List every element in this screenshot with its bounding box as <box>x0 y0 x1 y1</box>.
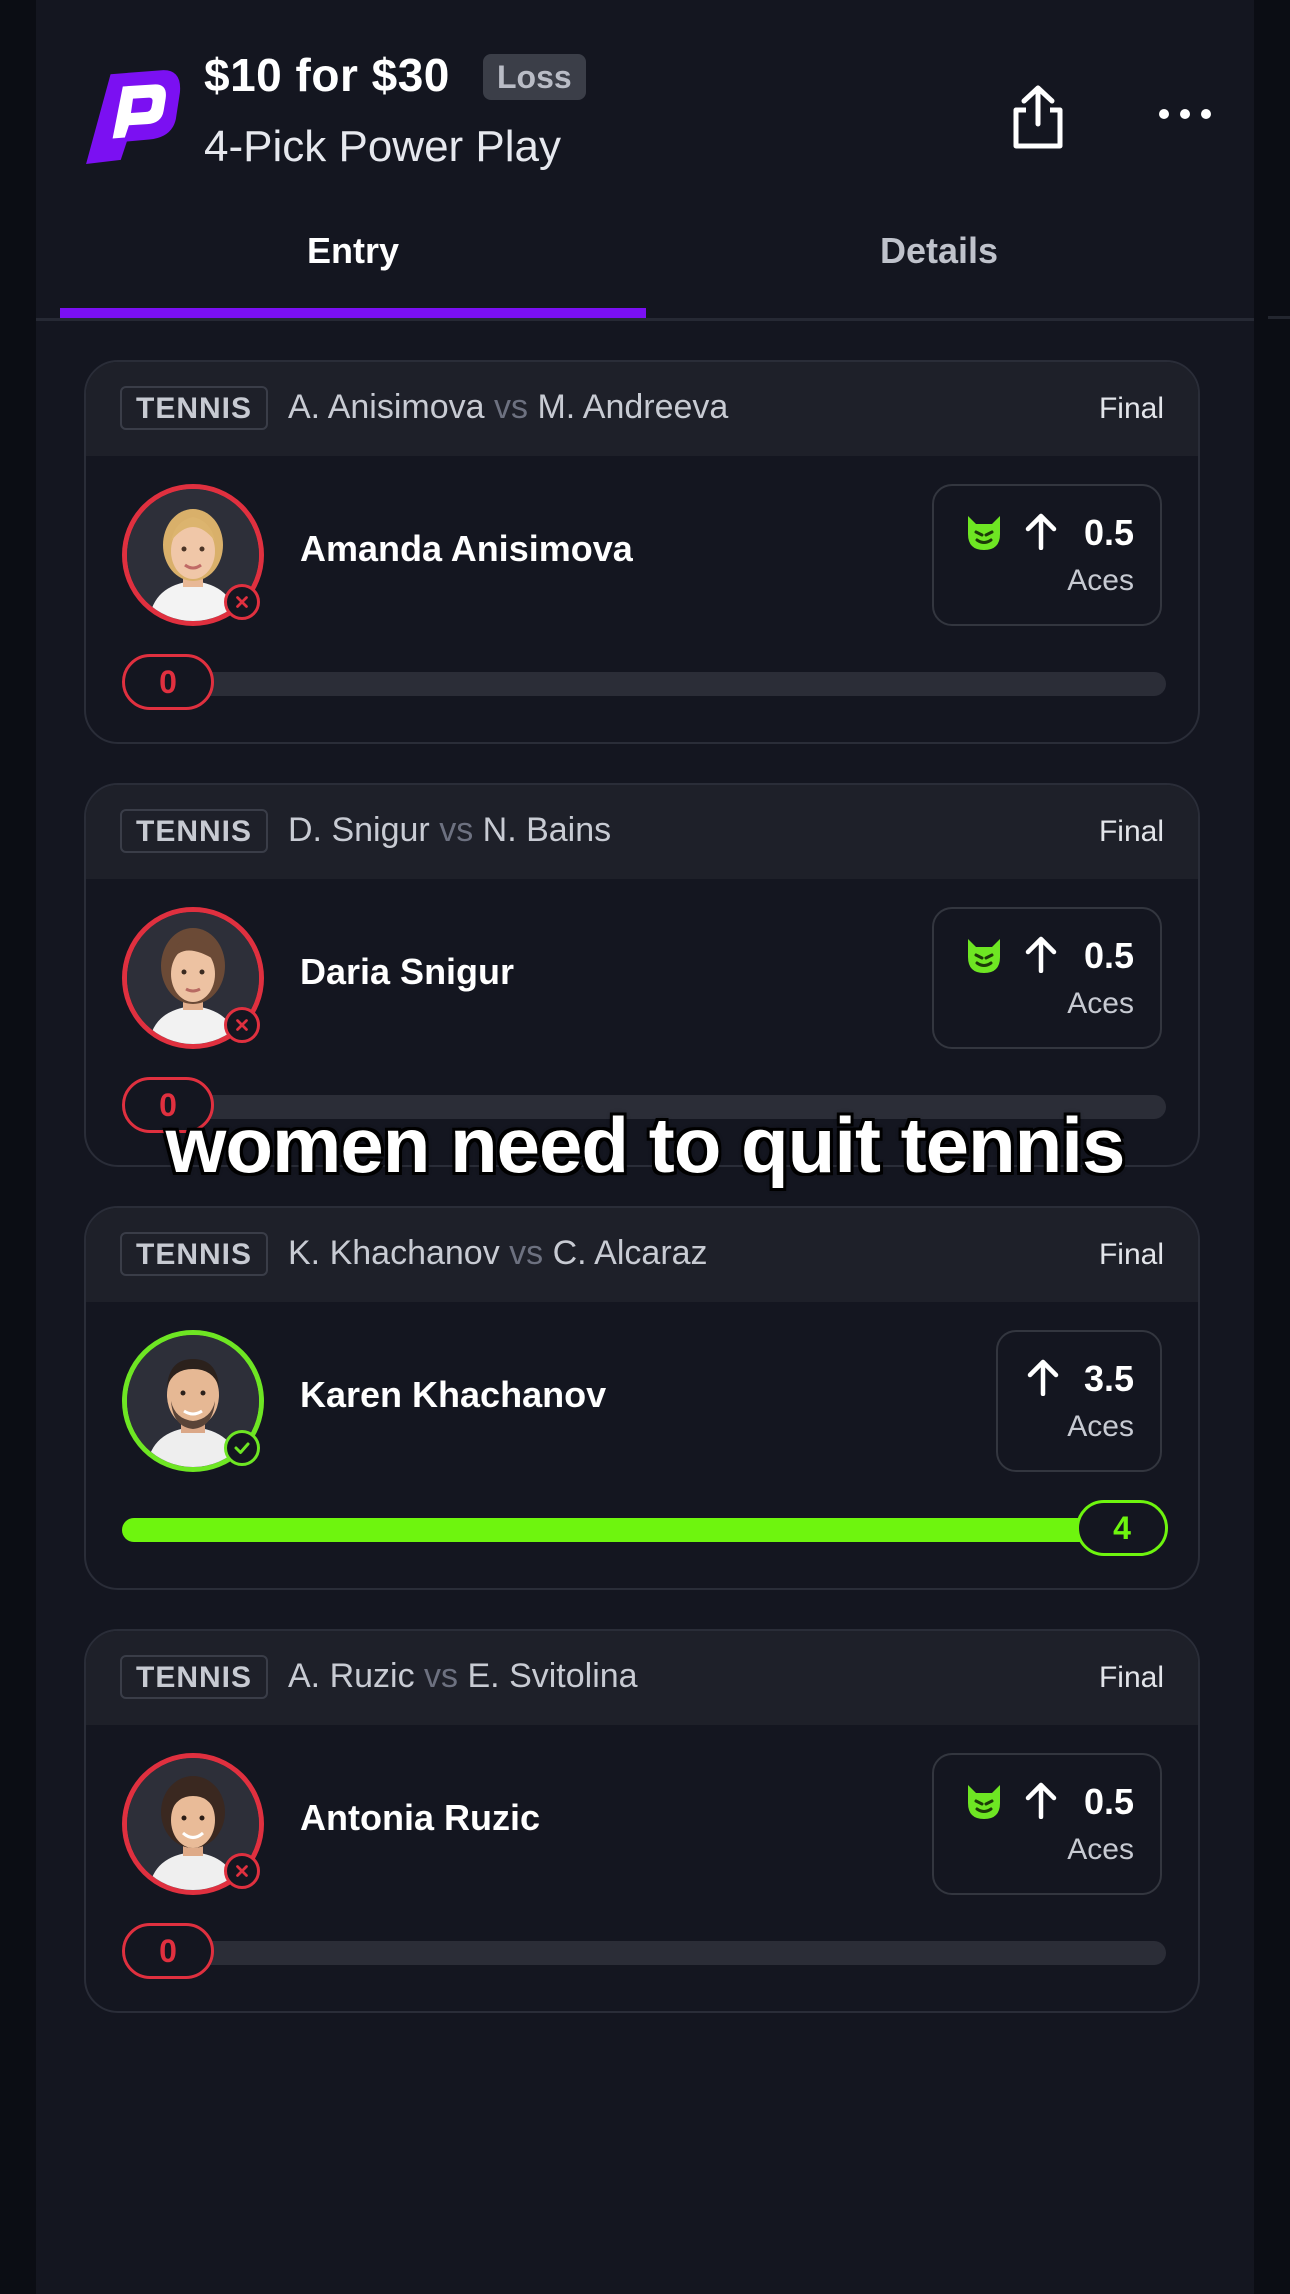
player-name: Antonia Ruzic <box>300 1797 540 1838</box>
share-icon[interactable] <box>1010 84 1066 150</box>
arrow-up-icon <box>1025 1782 1057 1819</box>
stat-type: Aces <box>1067 1833 1134 1866</box>
sport-tag: TENNIS <box>120 1232 269 1276</box>
game-status: Final <box>1098 392 1164 425</box>
player-name: Karen Khachanov <box>300 1374 607 1415</box>
matchup: K. Khachanov vs C. Alcaraz <box>288 1234 708 1272</box>
pick-line-box: 0.5 Aces <box>932 484 1162 626</box>
card-header: TENNIS K. Khachanov vs C. Alcaraz Final <box>86 1208 1198 1302</box>
demon-icon <box>968 1785 1000 1819</box>
card-header: TENNIS A. Anisimova vs M. Andreeva Final <box>86 362 1198 456</box>
actual-value: 0 <box>122 654 214 710</box>
loss-icon <box>224 1853 260 1889</box>
progress-track <box>122 672 1166 696</box>
entry-type: 4-Pick Power Play <box>204 122 562 171</box>
progress-track <box>122 1518 1166 1542</box>
sport-tag: TENNIS <box>120 1655 269 1699</box>
player-name: Daria Snigur <box>300 951 515 992</box>
pick-card[interactable]: TENNIS A. Ruzic vs E. Svitolina Final An… <box>84 1629 1200 2013</box>
game-status: Final <box>1098 815 1164 848</box>
check-icon <box>224 1430 260 1466</box>
progress-fill <box>122 1518 1166 1542</box>
matchup: D. Snigur vs N. Bains <box>288 811 612 849</box>
loss-icon <box>224 584 260 620</box>
sport-tag: TENNIS <box>120 809 269 853</box>
sport-tag: TENNIS <box>120 386 269 430</box>
demon-icon <box>968 516 1000 550</box>
game-status: Final <box>1098 1661 1164 1694</box>
demon-icon <box>968 939 1000 973</box>
tab-details[interactable]: Details <box>646 230 1232 272</box>
card-header: TENNIS A. Ruzic vs E. Svitolina Final <box>86 1631 1198 1725</box>
matchup: A. Ruzic vs E. Svitolina <box>288 1657 638 1695</box>
arrow-up-icon <box>1027 1359 1059 1396</box>
entry-title: $10 for $30 <box>204 49 450 101</box>
pick-card[interactable]: TENNIS A. Anisimova vs M. Andreeva Final… <box>84 360 1200 744</box>
progress-track <box>122 1941 1166 1965</box>
result-badge: Loss <box>483 54 586 100</box>
prizepicks-logo <box>86 70 181 164</box>
pick-card[interactable]: TENNIS K. Khachanov vs C. Alcaraz Final … <box>84 1206 1200 1590</box>
pick-line: 0.5 <box>1083 1781 1134 1822</box>
actual-value: 0 <box>122 1923 214 1979</box>
video-caption: women need to quit tennis <box>165 1101 1126 1189</box>
tab-divider <box>36 318 1254 321</box>
tab-entry[interactable]: Entry <box>60 230 646 272</box>
stat-type: Aces <box>1067 987 1134 1020</box>
matchup: A. Anisimova vs M. Andreeva <box>288 388 729 426</box>
loss-icon <box>224 1007 260 1043</box>
actual-value: 4 <box>1076 1500 1168 1556</box>
arrow-up-icon <box>1025 513 1057 550</box>
pick-line: 0.5 <box>1083 935 1134 976</box>
stat-type: Aces <box>1067 564 1134 597</box>
pick-line: 3.5 <box>1083 1358 1134 1399</box>
card-header: TENNIS D. Snigur vs N. Bains Final <box>86 785 1198 879</box>
game-status: Final <box>1098 1238 1164 1271</box>
stat-type: Aces <box>1067 1410 1134 1443</box>
pick-line: 0.5 <box>1083 512 1134 553</box>
pick-line-box: 3.5 Aces <box>996 1330 1162 1472</box>
player-name: Amanda Anisimova <box>300 528 633 569</box>
pick-line-box: 0.5 Aces <box>932 1753 1162 1895</box>
more-icon[interactable] <box>1156 104 1214 124</box>
pick-line-box: 0.5 Aces <box>932 907 1162 1049</box>
arrow-up-icon <box>1025 936 1057 973</box>
